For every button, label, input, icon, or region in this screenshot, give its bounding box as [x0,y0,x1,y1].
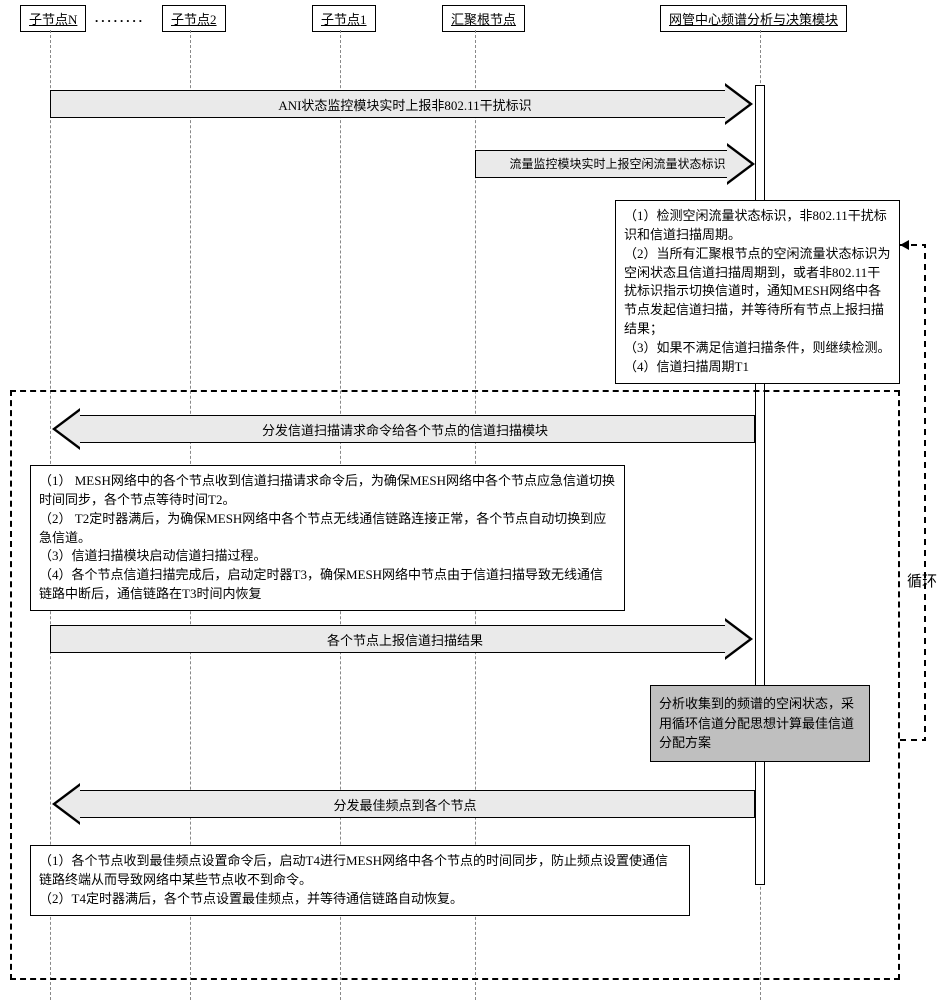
arrow-scan-request-label: 分发信道扫描请求命令给各个节点的信道扫描模块 [50,420,760,439]
arrow-best-freq-label: 分发最佳频点到各个节点 [50,795,760,814]
arrow-best-freq: 分发最佳频点到各个节点 [50,790,760,820]
arrow-scan-results: 各个节点上报信道扫描结果 [50,625,760,655]
loop-return-line [895,240,935,750]
note-set-freq: （1）各个节点收到最佳频点设置命令后，启动T4进行MESH网络中各个节点的时间同… [30,845,690,916]
participant-root: 汇聚根节点 [442,5,525,32]
arrow-scan-results-label: 各个节点上报信道扫描结果 [50,630,760,649]
note-analyze: 分析收集到的频谱的空闲状态，采用循环信道分配思想计算最佳信道分配方案 [650,685,870,762]
arrow-ani-label: ANI状态监控模块实时上报非802.11干扰标识 [50,95,760,114]
arrow-traffic-report: 流量监控模块实时上报空闲流量状态标识 [475,150,760,180]
arrow-traffic-label: 流量监控模块实时上报空闲流量状态标识 [475,155,760,172]
participant-node-n: 子节点N [20,5,86,32]
participant-node-2: 子节点2 [162,5,226,32]
note-scan-process: （1） MESH网络中的各个节点收到信道扫描请求命令后，为确保MESH网络中各个… [30,465,625,611]
note-detect: （1）检测空闲流量状态标识，非802.11干扰标识和信道扫描周期。 （2）当所有… [615,200,900,384]
dots: ........ [95,10,145,26]
participant-center: 网管中心频谱分析与决策模块 [660,5,847,32]
participant-node-1: 子节点1 [312,5,376,32]
arrow-ani-report: ANI状态监控模块实时上报非802.11干扰标识 [50,90,760,120]
arrow-scan-request: 分发信道扫描请求命令给各个节点的信道扫描模块 [50,415,760,445]
